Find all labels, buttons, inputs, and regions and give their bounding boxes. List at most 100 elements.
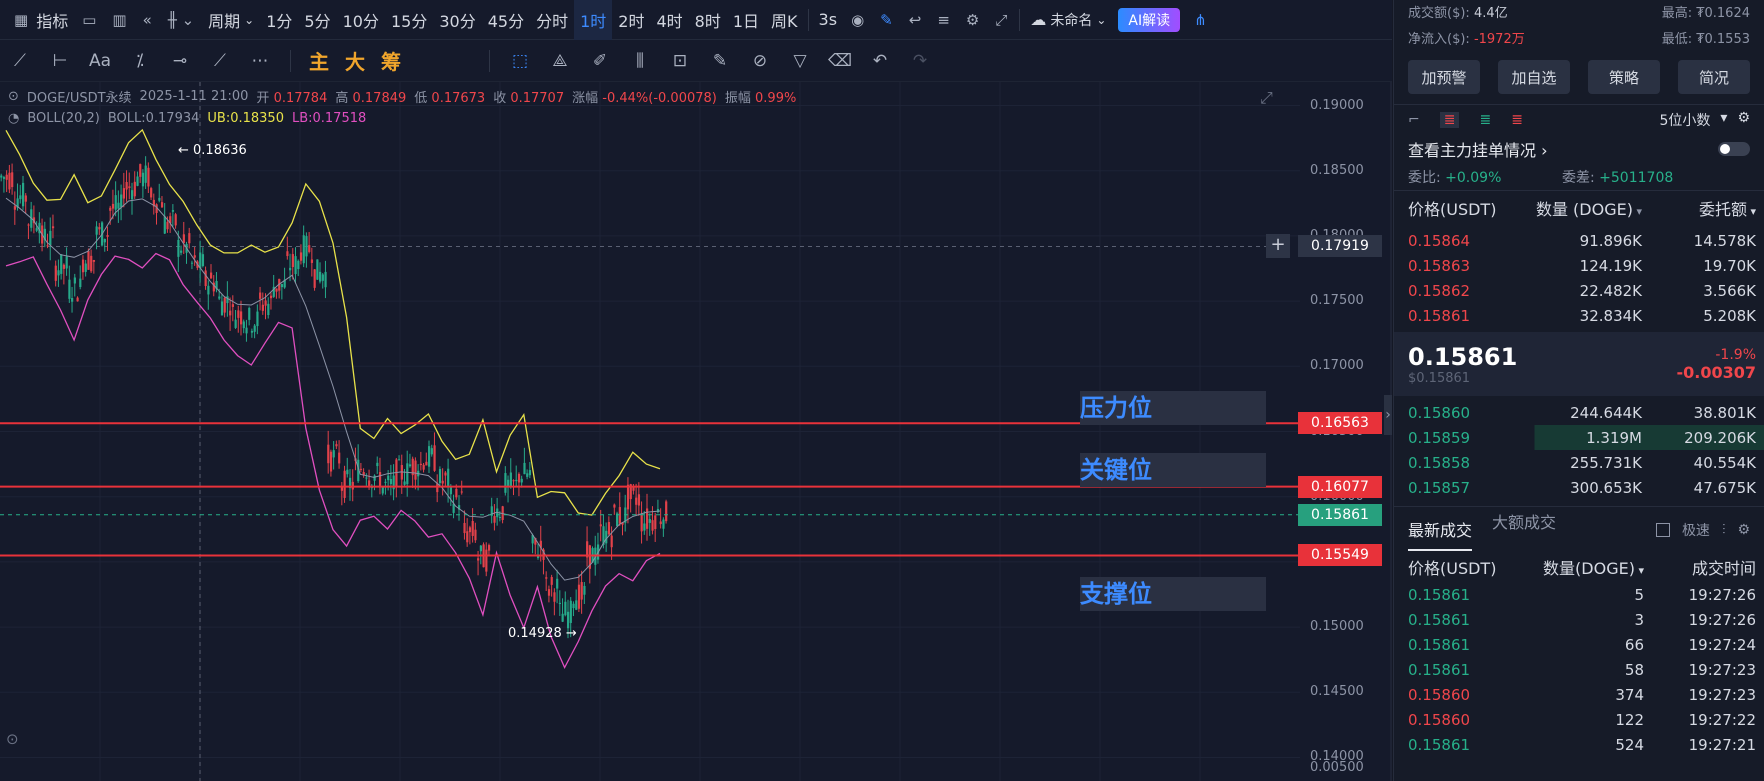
- interval-3[interactable]: 15分: [385, 0, 433, 40]
- candle-body: [302, 235, 305, 264]
- redo-icon[interactable]: ↷: [900, 51, 940, 71]
- settings-icon[interactable]: ⚙: [1737, 522, 1750, 538]
- share-icon[interactable]: ⋔: [1186, 11, 1215, 29]
- candle-body: [561, 613, 564, 622]
- candle-body: [71, 297, 74, 302]
- interval-4[interactable]: 30分: [433, 0, 481, 40]
- level-price-tag: 0.16563: [1298, 412, 1382, 435]
- asks-row[interactable]: 0.15861 32.834K 5.208K: [1394, 303, 1764, 328]
- magnet-icon[interactable]: ⊘: [740, 51, 780, 71]
- text-tool-icon[interactable]: Aa: [80, 51, 120, 71]
- select-cursor-icon[interactable]: ⬚: [500, 51, 540, 71]
- ray-icon[interactable]: ⊸: [160, 51, 200, 71]
- ruler-icon[interactable]: ⟋: [200, 51, 240, 71]
- fast-checkbox[interactable]: [1655, 522, 1670, 537]
- chips-toggle[interactable]: 筹: [373, 46, 409, 75]
- interval-2[interactable]: 10分: [337, 0, 385, 40]
- reply-icon[interactable]: ↩: [901, 11, 930, 29]
- main-orders-toggle[interactable]: [1718, 142, 1750, 156]
- layout-name-dropdown[interactable]: ☁ 未命名 ⌄: [1024, 0, 1112, 40]
- main-orders-link[interactable]: 查看主力挂单情况: [1408, 141, 1536, 160]
- camera-icon[interactable]: ◉: [843, 11, 872, 29]
- depth-mixed-icon[interactable]: ≣: [1439, 111, 1460, 128]
- ai-analysis-button[interactable]: AI解读: [1118, 7, 1181, 32]
- interval-1[interactable]: 5分: [298, 0, 336, 40]
- big-toggle[interactable]: 大: [337, 46, 373, 75]
- pen-icon[interactable]: ✎: [872, 11, 901, 29]
- depth-both-icon[interactable]: ⌐: [1408, 112, 1420, 128]
- depth-bids-icon[interactable]: ≣: [1479, 112, 1491, 128]
- candle-body: [139, 164, 142, 177]
- settings-icon[interactable]: ⚙: [1737, 110, 1750, 130]
- collapse-pane-icon[interactable]: ⊙: [6, 730, 19, 748]
- undo-icon[interactable]: ↶: [860, 51, 900, 71]
- note-icon[interactable]: ✎: [700, 51, 740, 71]
- candle-body: [654, 515, 657, 530]
- action-button-0[interactable]: 加预警: [1408, 60, 1480, 94]
- interval-6[interactable]: 分时: [530, 0, 574, 40]
- crosshair-plus-icon[interactable]: +: [1266, 234, 1290, 259]
- tab-latest-trades[interactable]: 最新成交: [1408, 509, 1473, 551]
- candle-body: [250, 330, 254, 333]
- fib-icon[interactable]: ⁒: [120, 51, 160, 71]
- candle-body: [98, 227, 101, 230]
- horizontal-line-icon[interactable]: ⊢: [40, 51, 80, 71]
- trade-row: 0.15861 66 19:27:24: [1394, 632, 1764, 657]
- tab-large-trades[interactable]: 大额成交: [1492, 509, 1556, 551]
- chart-type-icon[interactable]: ╫ ⌄: [160, 11, 202, 29]
- list-icon[interactable]: ≡: [929, 11, 958, 29]
- fullscreen-icon[interactable]: ⤢: [987, 11, 1015, 29]
- candle-body: [188, 233, 191, 244]
- candle-body: [550, 577, 553, 585]
- interval-11[interactable]: 1日: [727, 0, 765, 40]
- decimals-dropdown[interactable]: 5位小数: [1659, 110, 1710, 130]
- indicator-button[interactable]: ▦ 指标: [0, 0, 74, 40]
- action-button-2[interactable]: 策略: [1588, 60, 1660, 94]
- measure-icon[interactable]: ⟁: [540, 51, 580, 71]
- interval-5[interactable]: 45分: [482, 0, 530, 40]
- price-chart[interactable]: [0, 82, 1392, 781]
- candle-body: [218, 296, 221, 299]
- bids-row[interactable]: 0.15859 1.319M 209.206K: [1394, 425, 1764, 450]
- trash-icon[interactable]: ⌫: [820, 51, 860, 71]
- caret-down-icon: ▾: [1720, 109, 1728, 126]
- action-button-3[interactable]: 简况: [1678, 60, 1750, 94]
- rewind-icon[interactable]: «: [135, 11, 160, 29]
- lock-icon[interactable]: ⊡: [660, 51, 700, 71]
- calendar-icon[interactable]: ▭: [74, 11, 104, 29]
- period-dropdown[interactable]: 周期 ⌄: [202, 0, 260, 40]
- interval-7[interactable]: 1时: [574, 0, 613, 40]
- asks-row[interactable]: 0.15863 124.19K 19.70K: [1394, 253, 1764, 278]
- interval-0[interactable]: 1分: [260, 0, 298, 40]
- bids-row[interactable]: 0.15858 255.731K 40.554K: [1394, 450, 1764, 475]
- asks-row[interactable]: 0.15862 22.482K 3.566K: [1394, 278, 1764, 303]
- panel-collapse-icon[interactable]: ›: [1384, 395, 1392, 435]
- layout-icon[interactable]: ▥: [104, 11, 134, 29]
- y-axis-tick: 0.17500: [1310, 293, 1364, 309]
- depth-asks-icon[interactable]: ≣: [1511, 112, 1523, 128]
- settings-icon[interactable]: ⚙: [958, 11, 987, 29]
- brush-icon[interactable]: ✐: [580, 51, 620, 71]
- more-icon[interactable]: ⋯: [240, 51, 280, 71]
- interval-9[interactable]: 4时: [650, 0, 688, 40]
- asks-row[interactable]: 0.15864 91.896K 14.578K: [1394, 228, 1764, 253]
- bids-row[interactable]: 0.15857 300.653K 47.675K: [1394, 475, 1764, 500]
- candle-body: [640, 513, 643, 532]
- candle-body: [190, 262, 194, 264]
- candle-body: [305, 236, 308, 257]
- pattern-icon[interactable]: ⫼: [620, 51, 660, 71]
- filter-icon[interactable]: ▽: [780, 51, 820, 71]
- collapse-icon[interactable]: ⊙: [8, 89, 19, 104]
- trade-price: 0.15861: [1408, 610, 1471, 629]
- interval-8[interactable]: 2时: [612, 0, 650, 40]
- filter-list-icon[interactable]: ⫶: [1722, 522, 1726, 538]
- interval-10[interactable]: 8时: [689, 0, 727, 40]
- speed-button[interactable]: 3s: [813, 0, 844, 40]
- main-toggle[interactable]: 主: [301, 46, 337, 75]
- bids-row[interactable]: 0.15860 244.644K 38.801K: [1394, 400, 1764, 425]
- expand-icon[interactable]: ⤢: [1260, 88, 1273, 108]
- trend-line-icon[interactable]: ⟋: [0, 51, 40, 71]
- interval-12[interactable]: 周K: [765, 0, 804, 40]
- action-button-1[interactable]: 加自选: [1498, 60, 1570, 94]
- bell-icon[interactable]: ◔: [8, 111, 19, 126]
